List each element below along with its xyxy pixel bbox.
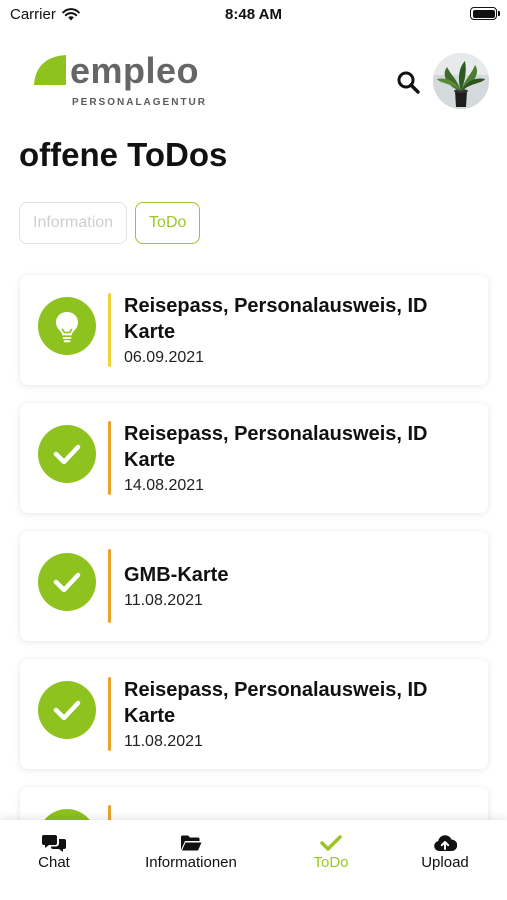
check-icon [38,425,96,483]
check-icon [38,681,96,739]
todo-date: 06.09.2021 [124,349,205,366]
brand-name: empleo [70,50,200,91]
todo-date: 14.08.2021 [124,477,205,494]
status-indicator-bar [108,293,111,367]
todo-title: Reisepass, Personalausweis, ID Karte [124,423,428,471]
check-icon [320,835,342,851]
status-indicator-bar [108,421,111,495]
tab-todo-label: ToDo [313,854,349,871]
bottom-tab-bar: Chat Informationen ToDo Upload [0,820,507,900]
avatar[interactable] [433,53,489,109]
clock: 8:48 AM [225,6,282,23]
chat-icon [42,835,66,852]
segment-control: Information ToDo [19,202,201,244]
todo-title: GMB-Karte [124,564,229,586]
todo-card[interactable]: Reisepass, Personalausweis, ID Karte 14.… [20,403,488,513]
tab-informationen-label: Informationen [145,854,237,871]
cloud-upload-icon [434,835,457,852]
segment-information[interactable]: Information [19,202,128,244]
todo-card[interactable]: GMB-Karte 11.08.2021 [20,531,488,641]
tab-todo[interactable]: ToDo [291,820,371,900]
lightbulb-icon [38,297,96,355]
tab-informationen[interactable]: Informationen [131,820,251,900]
search-button[interactable] [395,69,421,95]
segment-todo[interactable]: ToDo [135,202,201,244]
status-bar: Carrier 8:48 AM [0,0,507,30]
battery-icon [470,7,500,20]
todo-date: 11.08.2021 [124,592,203,609]
todo-card[interactable]: Reisepass, Personalausweis, ID Karte 11.… [20,659,488,769]
search-icon [397,71,420,94]
tab-upload-label: Upload [421,854,469,871]
todo-title: Reisepass, Personalausweis, ID Karte [124,679,428,727]
check-icon [38,553,96,611]
status-indicator-bar [108,677,111,751]
tab-upload[interactable]: Upload [405,820,485,900]
page-title: offene ToDos [19,136,228,173]
brand-logo: empleo PERSONALAGENTUR [34,50,208,114]
status-indicator-bar [108,549,111,623]
todo-title: Reisepass, Personalausweis, ID Karte [124,295,428,343]
folder-icon [181,835,202,851]
logo-leaf-icon [34,55,66,85]
brand-tagline: PERSONALAGENTUR [72,97,208,108]
todo-card[interactable]: Reisepass, Personalausweis, ID Karte 06.… [20,275,488,385]
tab-chat[interactable]: Chat [14,820,94,900]
plant-photo-icon [433,53,489,109]
tab-chat-label: Chat [38,854,70,871]
todo-date: 11.08.2021 [124,733,203,750]
